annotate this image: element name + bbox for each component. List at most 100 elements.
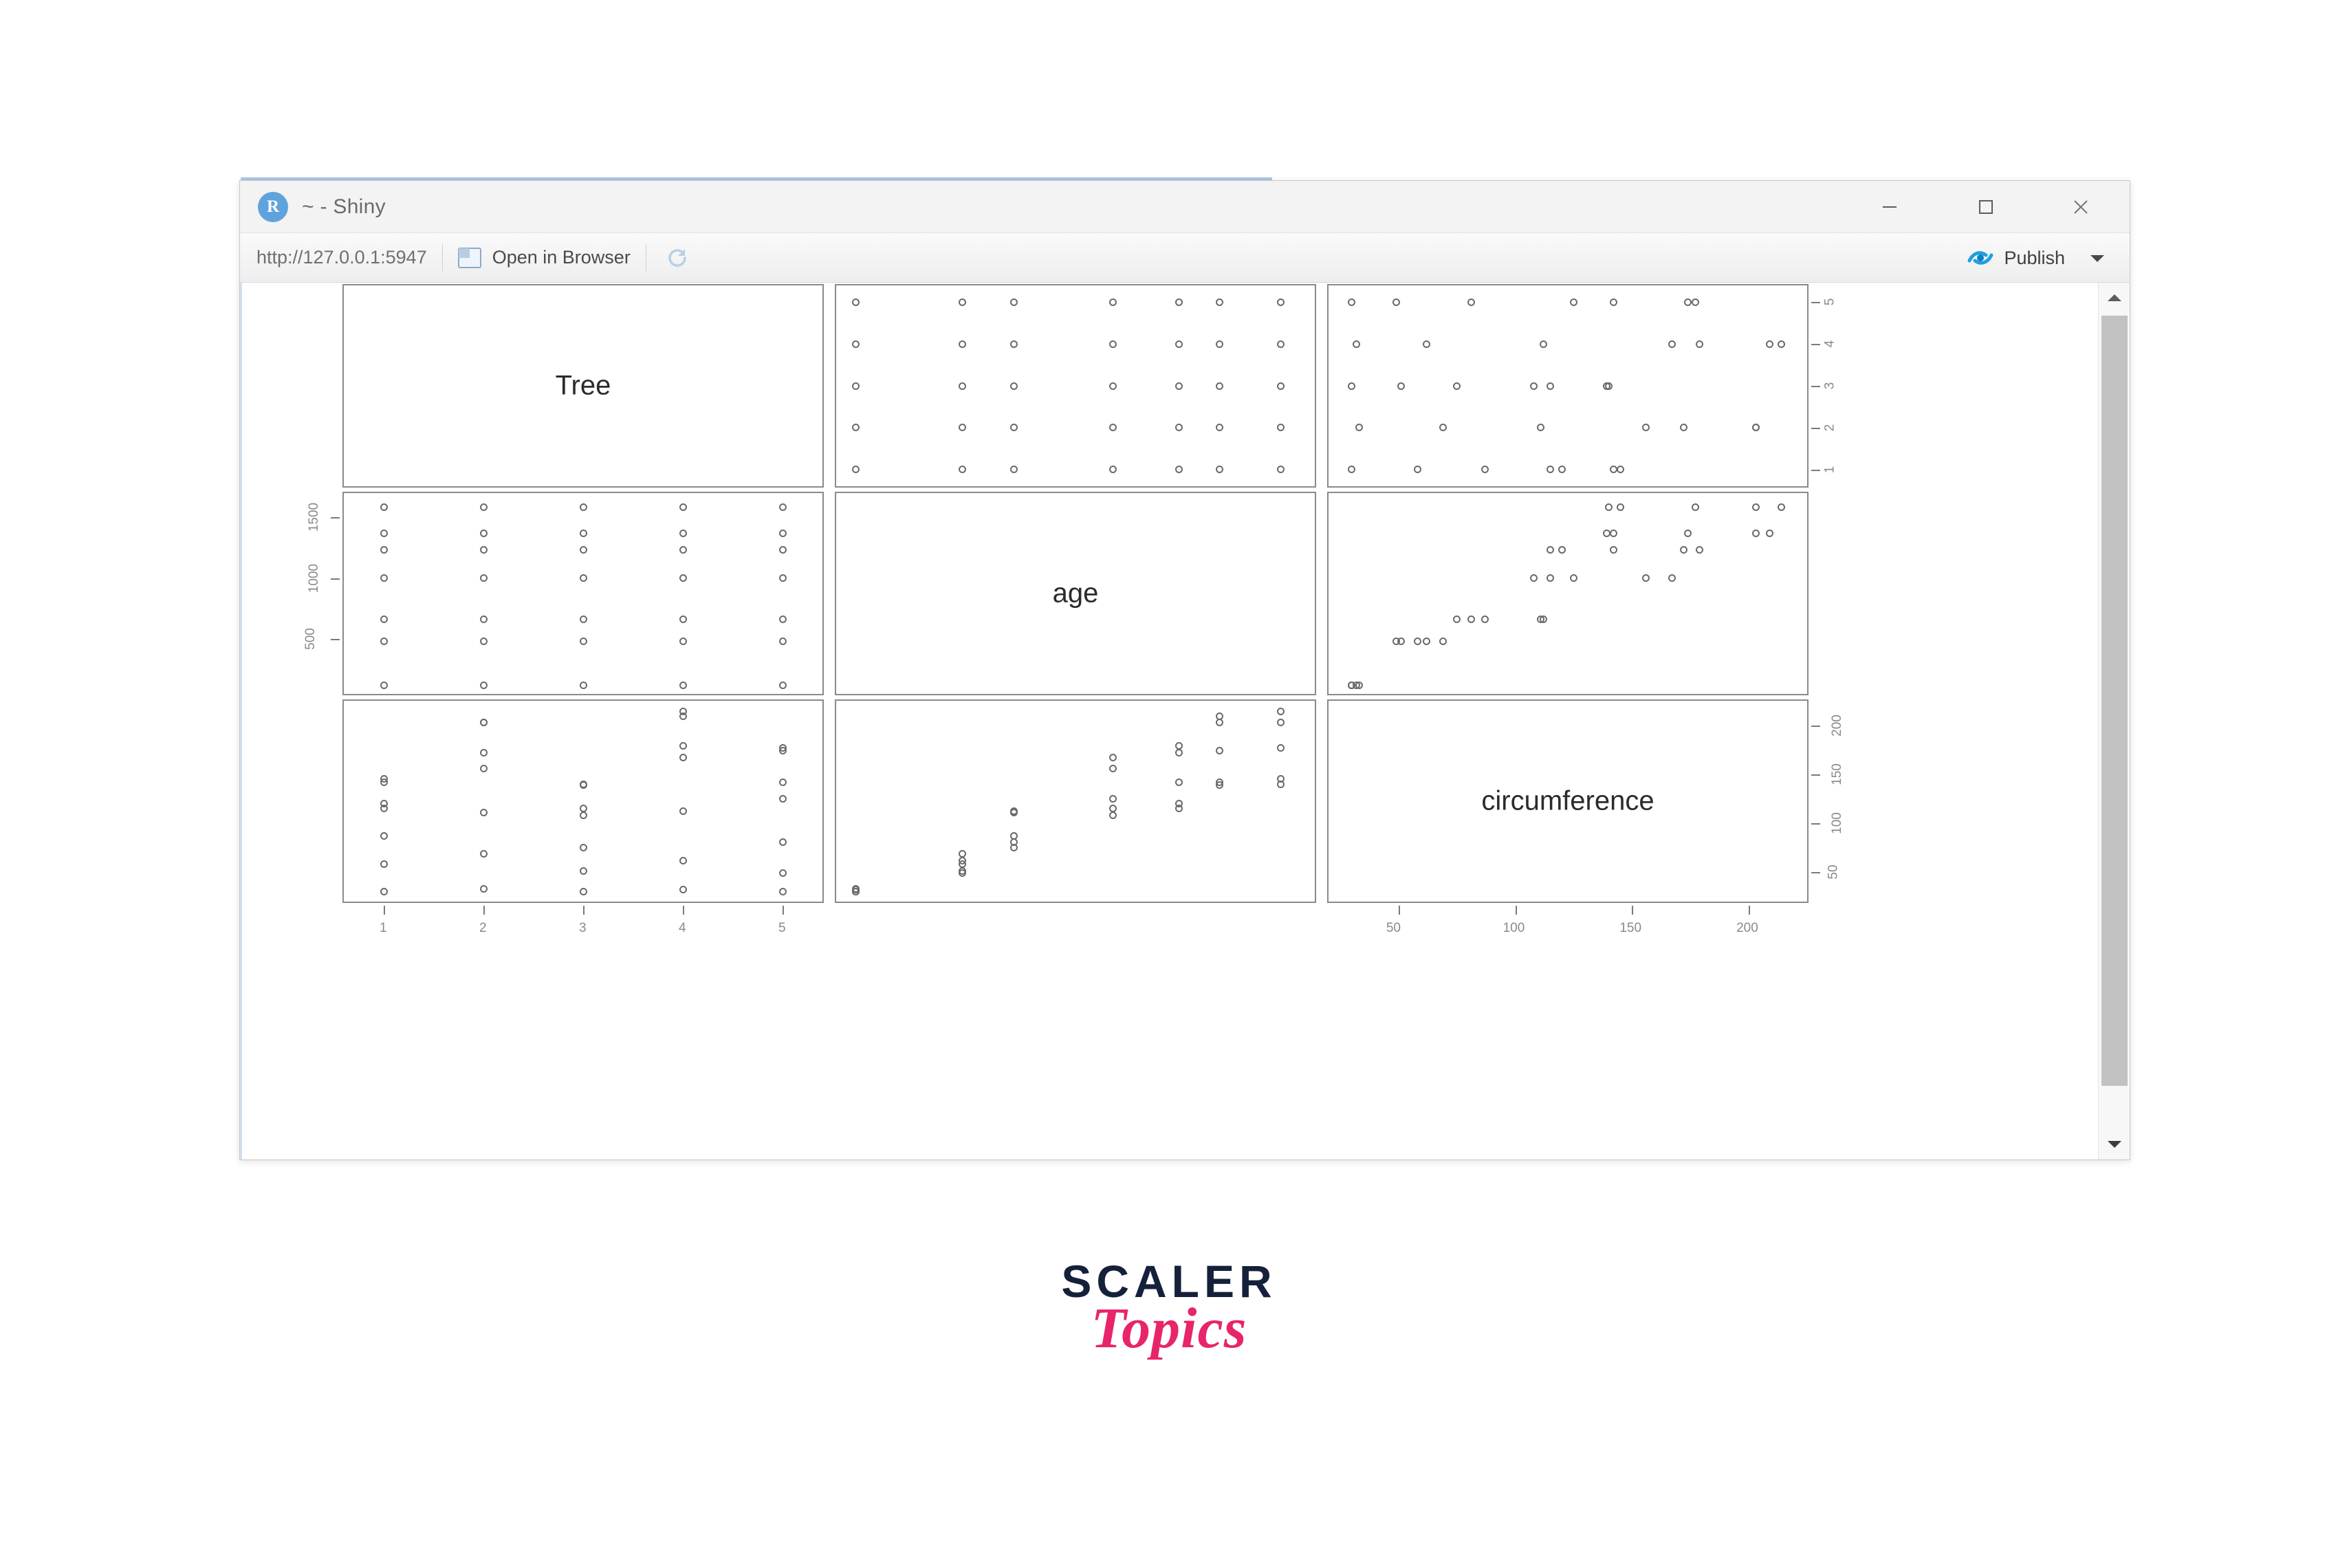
data-point xyxy=(958,856,966,864)
data-point xyxy=(1453,615,1461,623)
publish-button[interactable]: Publish xyxy=(1965,233,2065,283)
axis-tick xyxy=(583,906,584,915)
pairs-diagonal-panel-circumference: circumference xyxy=(1327,699,1809,903)
axis-tick xyxy=(1811,344,1820,346)
data-point xyxy=(1616,503,1624,512)
data-point xyxy=(1353,340,1361,348)
data-point xyxy=(1602,529,1610,537)
viewer-scrollbar[interactable] xyxy=(2098,283,2130,1159)
data-point xyxy=(1684,529,1692,537)
data-point xyxy=(579,503,587,512)
data-point xyxy=(380,574,388,582)
address-url[interactable]: http://127.0.0.1:5947 xyxy=(256,247,427,268)
axis-tick-label: 1500 xyxy=(307,503,322,532)
data-point xyxy=(778,838,787,846)
axis-tick-label: 100 xyxy=(1829,812,1844,834)
data-point xyxy=(479,808,488,816)
data-point xyxy=(579,529,587,537)
data-point xyxy=(380,682,388,690)
data-point xyxy=(679,637,687,645)
data-point xyxy=(479,849,488,858)
data-point xyxy=(1413,466,1421,474)
axis-tick xyxy=(384,906,385,915)
scroll-up-arrow-icon[interactable] xyxy=(2099,283,2130,314)
data-point xyxy=(778,778,787,786)
data-point xyxy=(479,546,488,554)
close-button[interactable] xyxy=(2047,181,2115,233)
data-point xyxy=(579,682,587,690)
data-point xyxy=(679,856,687,864)
data-point xyxy=(1604,382,1613,390)
data-point xyxy=(958,298,966,306)
data-point xyxy=(852,298,860,306)
data-point xyxy=(479,503,488,512)
data-point xyxy=(1766,529,1774,537)
window-title: ~ - Shiny xyxy=(302,195,386,218)
axis-tick-label: 2 xyxy=(1822,424,1837,432)
data-point xyxy=(380,503,388,512)
pairs-diagonal-label: Tree xyxy=(555,370,611,401)
data-point xyxy=(778,743,787,752)
axis-tick xyxy=(683,906,684,915)
data-point xyxy=(579,637,587,645)
publish-label: Publish xyxy=(2004,247,2065,268)
axis-tick xyxy=(1811,872,1820,874)
data-point xyxy=(1276,298,1285,306)
data-point xyxy=(679,708,687,716)
refresh-icon[interactable] xyxy=(662,242,693,274)
axis-tick xyxy=(331,578,340,580)
data-point xyxy=(1609,529,1617,537)
data-point xyxy=(958,382,966,390)
data-point xyxy=(380,860,388,869)
data-point xyxy=(1216,382,1224,390)
data-point xyxy=(1276,743,1285,752)
data-point xyxy=(479,529,488,537)
axis-tick-label: 4 xyxy=(679,921,686,935)
scroll-down-arrow-icon[interactable] xyxy=(2099,1128,2130,1159)
open-in-browser-button[interactable]: Open in Browser xyxy=(457,247,631,268)
pairs-panel-tree-vs-age xyxy=(835,284,1316,488)
data-point xyxy=(579,574,587,582)
data-point xyxy=(1539,615,1547,623)
minimize-button[interactable] xyxy=(1856,181,1923,233)
data-point xyxy=(1481,615,1489,623)
data-point xyxy=(1175,298,1183,306)
scaler-topics-logo: SCALER Topics xyxy=(0,1259,2338,1358)
publish-dropdown-arrow-icon[interactable] xyxy=(2090,233,2105,283)
scrollbar-thumb[interactable] xyxy=(2101,316,2128,1086)
axis-tick-label: 1 xyxy=(1822,466,1837,473)
data-point xyxy=(380,888,388,896)
data-point xyxy=(1696,546,1704,554)
data-point xyxy=(958,466,966,474)
axis-tick xyxy=(1632,906,1634,915)
axis-tick-label: 150 xyxy=(1619,921,1642,935)
data-point xyxy=(1108,764,1117,772)
data-point xyxy=(1413,637,1421,645)
axis-tick-label: 3 xyxy=(1822,382,1837,390)
data-point xyxy=(1751,424,1760,432)
data-point xyxy=(1175,805,1183,813)
shiny-viewer-window: R ~ - Shiny http://127.0.0.1:5947 Open i… xyxy=(239,180,2130,1160)
data-point xyxy=(1108,424,1117,432)
data-point xyxy=(778,615,787,623)
data-point xyxy=(479,682,488,690)
pairs-diagonal-label: age xyxy=(1052,578,1099,609)
title-bar[interactable]: R ~ - Shiny xyxy=(240,181,2130,233)
data-point xyxy=(778,529,787,537)
data-point xyxy=(1216,466,1224,474)
data-point xyxy=(778,794,787,803)
data-point xyxy=(1569,298,1577,306)
data-point xyxy=(1467,615,1475,623)
maximize-button[interactable] xyxy=(1952,181,2020,233)
axis-tick xyxy=(1811,302,1820,304)
data-point xyxy=(579,546,587,554)
data-point xyxy=(380,637,388,645)
data-point xyxy=(1010,466,1018,474)
pairs-scatterplot-matrix: Treeagecircumference50010001500123455001… xyxy=(242,283,2084,1157)
data-point xyxy=(1010,298,1018,306)
data-point xyxy=(579,844,587,852)
data-point xyxy=(958,869,966,878)
data-point xyxy=(380,529,388,537)
data-point xyxy=(1696,340,1704,348)
axis-tick-label: 100 xyxy=(1503,921,1525,935)
